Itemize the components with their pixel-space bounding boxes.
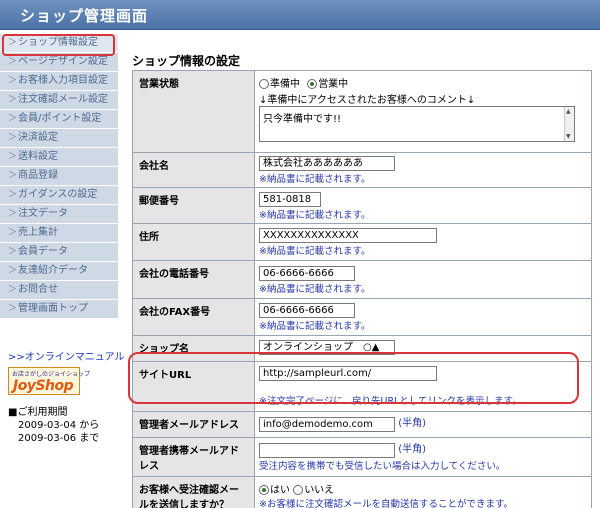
- sidebar-item-guidance[interactable]: ＞ガイダンスの設定: [0, 186, 118, 205]
- scroll-down-icon[interactable]: ▼: [566, 133, 571, 140]
- shop-settings-form: 営業状態 準備中 営業中 ↓準備中にアクセスされたお客様へのコメント↓ 只今準備…: [132, 70, 592, 508]
- page-title: ショップ情報の設定: [132, 54, 241, 68]
- sidebar-item-members[interactable]: ＞会員データ: [0, 243, 118, 262]
- chevron-right-icon: ＞: [8, 171, 18, 181]
- logo-tagline: お店さがしのジョイショップ: [12, 371, 91, 378]
- auto-mail-yes-radio[interactable]: [259, 485, 269, 495]
- sidebar-item-admin-top[interactable]: ＞管理画面トップ: [0, 300, 118, 319]
- chevron-right-icon: ＞: [8, 133, 18, 143]
- postal-code-input[interactable]: 581-0818: [259, 192, 321, 207]
- joyshop-logo[interactable]: お店さがしのジョイショップ JoyShop: [8, 367, 90, 395]
- chevron-right-icon: ＞: [8, 266, 18, 276]
- postal-note: ※納品書に記載されます。: [259, 210, 371, 221]
- chevron-right-icon: ＞: [8, 228, 18, 238]
- company-name-input[interactable]: 株式会社ああああああ: [259, 156, 395, 171]
- fax-input[interactable]: 06-6666-6666: [259, 303, 355, 318]
- address-input[interactable]: XXXXXXXXXXXXXX: [259, 228, 437, 243]
- main-content: ショップ情報の設定 営業状態 準備中 営業中 ↓準備中にアクセスされたお客様への…: [124, 30, 600, 508]
- chevron-right-icon: ＞: [8, 95, 18, 105]
- auto-mail-no-radio[interactable]: [293, 485, 304, 495]
- sidebar-highlight-annotation: [2, 34, 115, 56]
- admin-mobile-unit: (半角): [398, 444, 426, 455]
- status-label: 営業状態: [132, 70, 255, 153]
- usage-period-end: 2009-03-06 まで: [18, 433, 100, 444]
- comment-caption: ↓準備中にアクセスされたお客様へのコメント↓: [259, 95, 476, 106]
- fax-label: 会社のFAX番号: [132, 298, 255, 336]
- sidebar-item-payment[interactable]: ＞決済設定: [0, 129, 118, 148]
- sidebar-item-referrals[interactable]: ＞友達紹介データ: [0, 262, 118, 281]
- chevron-right-icon: ＞: [8, 209, 18, 219]
- admin-mobile-label: 管理者携帯メールアドレス: [132, 437, 255, 477]
- sidebar-item-orders[interactable]: ＞注文データ: [0, 205, 118, 224]
- status-preparing-radio[interactable]: [259, 79, 269, 89]
- sidebar-item-customer-fields[interactable]: ＞お客様入力項目設定: [0, 72, 118, 91]
- phone-input[interactable]: 06-6666-6666: [259, 266, 355, 281]
- usage-period-title: ■ご利用期間: [8, 407, 68, 418]
- textarea-scrollbar[interactable]: ▲ ▼: [564, 107, 574, 141]
- online-manual-link[interactable]: >>オンラインマニュアル: [8, 348, 124, 363]
- chevron-right-icon: ＞: [8, 247, 18, 257]
- admin-mobile-note: 受注内容を携帯でも受信したい場合は入力してください。: [259, 460, 506, 472]
- chevron-right-icon: ＞: [8, 57, 18, 67]
- usage-period: ■ご利用期間 2009-03-04 から 2009-03-06 まで: [8, 406, 99, 445]
- address-note: ※納品書に記載されます。: [259, 246, 371, 257]
- phone-note: ※納品書に記載されます。: [259, 284, 371, 295]
- logo-wordmark: JoyShop: [13, 378, 74, 394]
- sidebar-item-member-points[interactable]: ＞会員/ポイント設定: [0, 110, 118, 129]
- phone-label: 会社の電話番号: [132, 260, 255, 299]
- app-header: ショップ管理画面: [0, 0, 600, 30]
- chevron-right-icon: ＞: [8, 190, 18, 200]
- usage-period-start: 2009-03-04 から: [18, 420, 100, 431]
- admin-mail-label: 管理者メールアドレス: [132, 411, 255, 438]
- admin-mobile-input[interactable]: [259, 442, 395, 458]
- sidebar-menu: ＞ショップ情報設定 ＞ページデザイン設定 ＞お客様入力項目設定 ＞注文確認メール…: [0, 34, 118, 319]
- fax-note: ※納品書に記載されます。: [259, 321, 371, 332]
- chevron-right-icon: ＞: [8, 285, 18, 295]
- site-url-highlight-annotation: [128, 352, 579, 404]
- sidebar-item-contact[interactable]: ＞お問合せ: [0, 281, 118, 300]
- company-label: 会社名: [132, 152, 255, 188]
- sidebar-item-products[interactable]: ＞商品登録: [0, 167, 118, 186]
- chevron-right-icon: ＞: [8, 114, 18, 124]
- auto-mail-label: お客様へ受注確認メールを送信しますか？: [132, 476, 255, 508]
- postal-label: 郵便番号: [132, 187, 255, 224]
- chevron-right-icon: ＞: [8, 76, 18, 86]
- chevron-right-icon: ＞: [8, 304, 18, 314]
- company-note: ※納品書に記載されます。: [259, 174, 371, 185]
- app-title: ショップ管理画面: [20, 7, 149, 25]
- admin-mail-input[interactable]: info@demodemo.com: [259, 416, 395, 432]
- auto-mail-note: ※お客様に注文確認メールを自動送信することができます。: [259, 499, 514, 508]
- sidebar-item-order-mail[interactable]: ＞注文確認メール設定: [0, 91, 118, 110]
- sidebar-item-shipping[interactable]: ＞送料設定: [0, 148, 118, 167]
- sidebar-item-sales[interactable]: ＞売上集計: [0, 224, 118, 243]
- preparing-comment-textarea[interactable]: 只今準備中です!! ▲ ▼: [259, 106, 575, 142]
- chevron-right-icon: ＞: [8, 152, 18, 162]
- status-open-radio[interactable]: [307, 79, 318, 89]
- admin-mail-unit: (半角): [398, 418, 426, 429]
- address-label: 住所: [132, 223, 255, 261]
- scroll-up-icon[interactable]: ▲: [566, 108, 571, 115]
